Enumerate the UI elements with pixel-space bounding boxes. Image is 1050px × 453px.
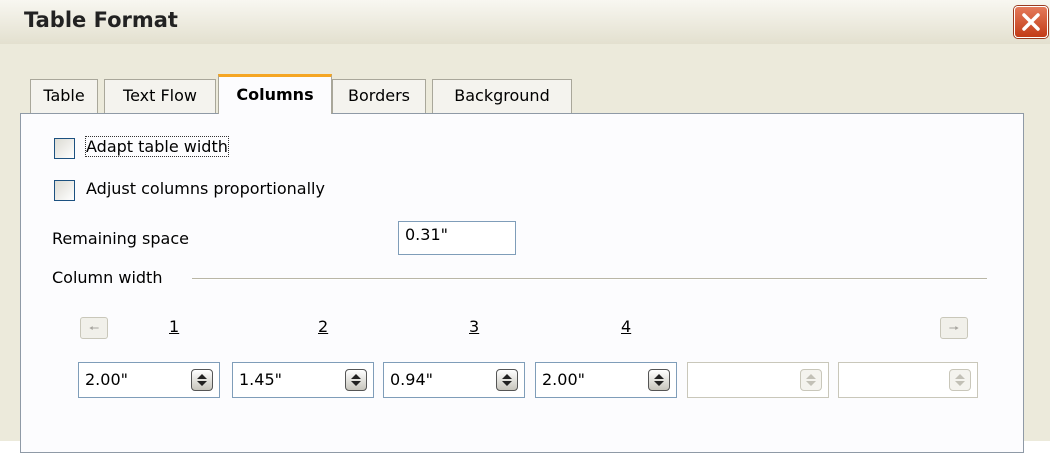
column-number-1: 1 (169, 317, 180, 336)
column-1-width-field[interactable]: 2.00" (78, 362, 220, 398)
column-width-value: 1.45" (239, 370, 282, 389)
spin-button[interactable] (496, 369, 518, 391)
title-bar: Table Format (0, 0, 1050, 44)
remaining-space-label: Remaining space (52, 229, 189, 248)
column-6-width-field (838, 362, 978, 398)
column-5-width-field (687, 362, 829, 398)
tab-table[interactable]: Table (30, 79, 98, 113)
tab-label: Text Flow (123, 86, 197, 105)
spin-button[interactable] (191, 369, 213, 391)
adapt-table-width-label: Adapt table width (85, 136, 229, 157)
adjust-proportionally-checkbox[interactable] (54, 180, 75, 201)
column-number-4: 4 (621, 317, 632, 336)
close-button[interactable] (1014, 6, 1048, 38)
spin-button[interactable] (648, 369, 670, 391)
spin-arrows-icon (806, 374, 816, 386)
tab-borders[interactable]: Borders (332, 79, 426, 113)
spin-button[interactable] (345, 369, 367, 391)
tab-label: Borders (348, 86, 410, 105)
adjust-proportionally-option[interactable]: Adjust columns proportionally (54, 178, 394, 204)
column-3-width-field[interactable]: 0.94" (383, 362, 525, 398)
close-icon (1022, 13, 1040, 31)
remaining-space-field: 0.31" (398, 221, 516, 255)
column-width-value: 2.00" (542, 370, 585, 389)
scroll-columns-left-button[interactable]: 🠔 (80, 317, 108, 339)
tab-background[interactable]: Background (432, 79, 572, 113)
spin-arrows-icon (502, 374, 512, 386)
section-divider (192, 278, 987, 280)
column-width-value: 2.00" (85, 370, 128, 389)
remaining-space-value: 0.31" (405, 225, 448, 244)
column-number-2: 2 (318, 317, 329, 336)
tab-columns[interactable]: Columns (218, 74, 332, 114)
column-width-value: 0.94" (390, 370, 433, 389)
arrow-left-icon: 🠔 (88, 321, 100, 335)
adjust-proportionally-label: Adjust columns proportionally (86, 179, 325, 198)
spin-arrows-icon (197, 374, 207, 386)
column-2-width-field[interactable]: 1.45" (232, 362, 374, 398)
spin-button (949, 369, 971, 391)
window-title: Table Format (24, 8, 178, 32)
columns-panel (20, 113, 1024, 453)
adapt-table-width-option[interactable]: Adapt table width (54, 136, 294, 162)
spin-arrows-icon (351, 374, 361, 386)
arrow-right-icon: 🠖 (948, 321, 960, 335)
spin-arrows-icon (654, 374, 664, 386)
adapt-table-width-checkbox[interactable] (54, 138, 75, 159)
tab-text-flow[interactable]: Text Flow (104, 79, 216, 113)
tab-label: Table (43, 86, 85, 105)
column-number-3: 3 (469, 317, 480, 336)
table-format-dialog: Table Format Table Text Flow Columns Bor… (0, 0, 1050, 453)
spin-button (800, 369, 822, 391)
spin-arrows-icon (955, 374, 965, 386)
column-width-heading: Column width (52, 268, 163, 287)
tab-label: Background (454, 86, 550, 105)
scroll-columns-right-button[interactable]: 🠖 (940, 317, 968, 339)
column-4-width-field[interactable]: 2.00" (535, 362, 677, 398)
tab-label: Columns (236, 85, 314, 104)
